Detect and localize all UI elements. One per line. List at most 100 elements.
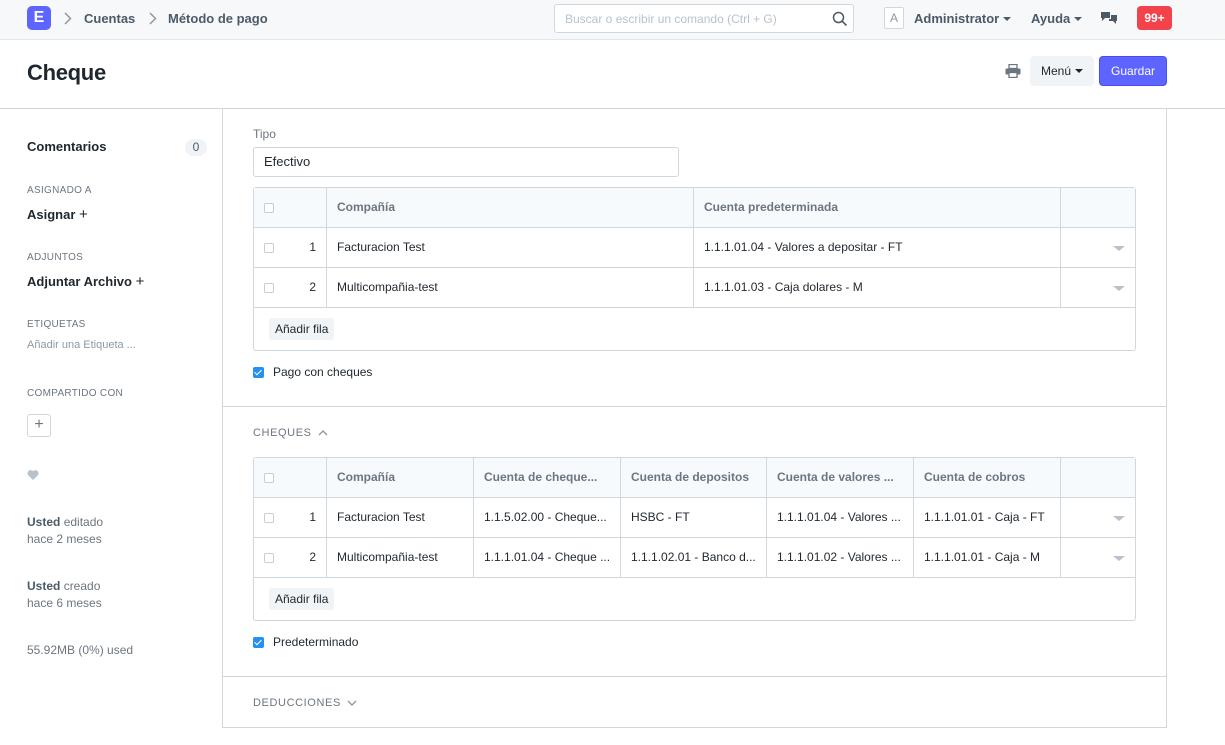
column-header: Compañía [327,458,474,497]
company-cell[interactable]: Multicompañia-test [327,538,474,577]
row-select-cell: 2 [254,268,327,307]
breadcrumb-cuentas[interactable]: Cuentas [84,11,135,26]
heart-icon[interactable] [27,469,39,481]
cheque-account-cell[interactable]: 1.1.5.02.00 - Cheque... [474,498,621,537]
company-cell[interactable]: Facturacion Test [327,498,474,537]
row-expand-icon[interactable] [1113,286,1125,291]
row-actions-cell [1061,228,1135,267]
column-header: Cuenta de cheque... [474,458,621,497]
table-row[interactable]: 1 Facturacion Test 1.1.5.02.00 - Cheque.… [254,498,1135,538]
caret-down-icon [1074,16,1083,21]
company-cell[interactable]: Facturacion Test [327,228,694,267]
row-checkbox[interactable] [264,283,274,293]
assign-label: Asignar [27,207,76,222]
cheque-account-cell[interactable]: 1.1.1.01.04 - Cheque ... [474,538,621,577]
share-add-button[interactable]: + [27,414,51,437]
tipo-label: Tipo [253,127,276,141]
plus-icon: + [135,273,145,290]
caret-down-icon [1075,68,1084,73]
deposit-account-cell[interactable]: 1.1.1.02.01 - Banco d... [621,538,767,577]
row-expand-icon[interactable] [1113,556,1125,561]
app-logo[interactable]: E [27,6,51,30]
predeterminado-checkbox[interactable] [253,637,264,648]
pago-con-cheques-label: Pago con cheques [273,365,373,379]
company-cell[interactable]: Multicompañia-test [327,268,694,307]
collections-account-cell[interactable]: 1.1.1.01.01 - Caja - FT [914,498,1061,537]
add-row-button[interactable]: Añadir fila [269,318,335,340]
section-title-cheques[interactable]: CHEQUES [253,427,312,439]
chevron-up-icon[interactable] [318,429,328,437]
notifications-badge[interactable]: 99+ [1137,6,1172,30]
values-account-cell[interactable]: 1.1.1.01.02 - Valores ... [767,538,914,577]
collections-account-cell[interactable]: 1.1.1.01.01 - Caja - M [914,538,1061,577]
attachments-label: ADJUNTOS [27,252,84,263]
chevron-down-icon[interactable] [347,699,357,707]
page-title: Cheque [27,60,106,85]
search-input[interactable] [555,5,815,32]
activity-time: hace 6 meses [27,596,102,610]
plus-icon: + [34,416,44,433]
form-card: Tipo Efectivo Compañía Cuenta predetermi… [222,108,1167,728]
section-divider [223,406,1166,407]
values-account-cell[interactable]: 1.1.1.01.04 - Valores ... [767,498,914,537]
row-actions-cell [1061,498,1135,537]
row-checkbox[interactable] [264,553,274,563]
assigned-label: ASIGNADO A [27,185,92,196]
add-row-button[interactable]: Añadir fila [269,588,335,610]
row-index: 2 [309,280,316,294]
cheques-table: Compañía Cuenta de cheque... Cuenta de d… [253,457,1136,621]
select-all-cell [254,188,327,227]
attach-file-button[interactable]: Adjuntar Archivo + [27,273,144,290]
menu-button-label: Menú [1040,64,1072,78]
deposit-account-cell[interactable]: HSBC - FT [621,498,767,537]
tipo-field[interactable]: Efectivo [253,147,679,177]
account-cell[interactable]: 1.1.1.01.03 - Caja dolares - M [694,268,1061,307]
activity-action: editado [63,515,104,529]
activity-edited: Usted editado hace 2 meses [27,514,103,548]
menu-button[interactable]: Menú [1030,56,1094,86]
actions-header [1061,188,1135,227]
table-row[interactable]: 1 Facturacion Test 1.1.1.01.04 - Valores… [254,228,1135,268]
select-all-checkbox[interactable] [264,473,274,483]
avatar[interactable]: A [884,7,904,29]
column-header: Compañía [327,188,694,227]
section-title-deducciones[interactable]: DEDUCCIONES [253,697,341,709]
select-all-checkbox[interactable] [264,203,274,213]
row-select-cell: 1 [254,498,327,537]
column-header: Cuenta predeterminada [694,188,1061,227]
column-header: Cuenta de valores ... [767,458,914,497]
row-actions-cell [1061,538,1135,577]
section-divider [223,676,1166,677]
table-row[interactable]: 2 Multicompañia-test 1.1.1.01.03 - Caja … [254,268,1135,308]
chat-icon[interactable] [1100,10,1118,26]
user-menu[interactable]: Administrator [914,11,1012,26]
account-cell[interactable]: 1.1.1.01.04 - Valores a depositar - FT [694,228,1061,267]
chevron-right-icon [149,12,157,28]
attach-file-label: Adjuntar Archivo [27,274,132,289]
plus-icon: + [79,206,88,223]
search-icon[interactable] [832,11,848,27]
actions-header [1061,458,1135,497]
comments-link[interactable]: Comentarios [27,139,106,154]
select-all-cell [254,458,327,497]
breadcrumb-metodo-de-pago[interactable]: Método de pago [168,11,268,26]
pago-con-cheques-checkbox[interactable] [253,367,264,378]
print-icon[interactable] [1005,64,1021,78]
save-button[interactable]: Guardar [1099,56,1167,86]
help-menu-label: Ayuda [1031,11,1071,26]
table-header: Compañía Cuenta de cheque... Cuenta de d… [254,458,1135,498]
predeterminado-label: Predeterminado [273,635,359,649]
activity-user: Usted [27,579,61,593]
caret-down-icon [1003,16,1012,21]
add-tag-input[interactable]: Añadir una Etiqueta ... [27,337,136,354]
user-menu-label: Administrator [914,11,1000,26]
shared-with-label: COMPARTIDO CON [27,388,124,399]
row-expand-icon[interactable] [1113,516,1125,521]
accounts-table: Compañía Cuenta predeterminada 1 Factura… [253,187,1136,351]
row-checkbox[interactable] [264,243,274,253]
assign-button[interactable]: Asignar + [27,206,88,223]
help-menu[interactable]: Ayuda [1031,11,1083,26]
row-expand-icon[interactable] [1113,246,1125,251]
row-checkbox[interactable] [264,513,274,523]
table-row[interactable]: 2 Multicompañia-test 1.1.1.01.04 - Chequ… [254,538,1135,578]
